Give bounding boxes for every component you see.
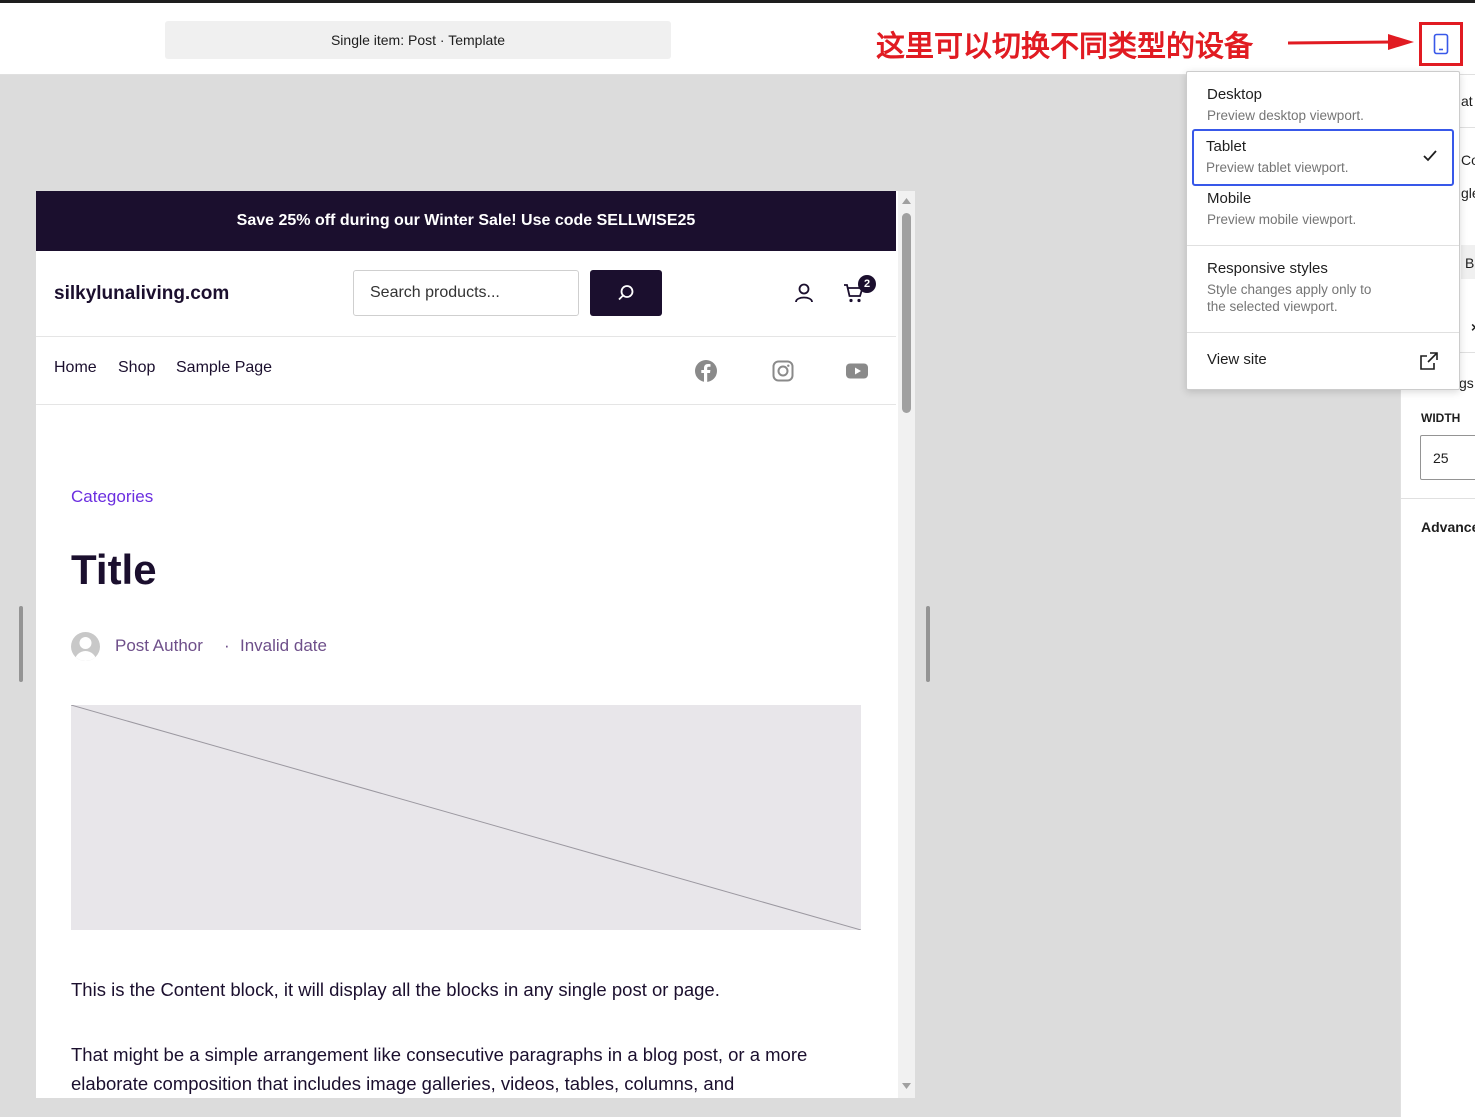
sidebar-fragment: gle xyxy=(1461,185,1475,201)
post-date: Invalid date xyxy=(240,636,327,655)
menu-item-label: Mobile xyxy=(1207,190,1252,207)
content-paragraph[interactable]: This is the Content block, it will displ… xyxy=(71,975,871,1004)
responsive-styles-description: Style changes apply only to the selected… xyxy=(1207,282,1372,314)
account-icon[interactable] xyxy=(792,281,816,305)
search-input[interactable]: Search products... xyxy=(353,270,579,316)
sidebar-fragment: at xyxy=(1461,93,1473,109)
menu-item-label: Tablet xyxy=(1206,138,1247,155)
youtube-icon[interactable] xyxy=(845,359,869,383)
sidebar-tab[interactable]: Bl xyxy=(1461,245,1475,279)
nav-item-shop[interactable]: Shop xyxy=(118,359,155,377)
check-icon xyxy=(1423,150,1437,162)
sidebar-fragment: Bl xyxy=(1465,255,1475,271)
scroll-up-icon[interactable] xyxy=(901,197,912,205)
site-header: silkylunaliving.com Search products... 2 xyxy=(36,251,896,337)
nav-item-home[interactable]: Home xyxy=(54,359,97,377)
search-icon xyxy=(618,285,634,301)
device-preview-button[interactable] xyxy=(1419,22,1463,66)
post-author[interactable]: Post Author xyxy=(115,636,203,656)
editor-canvas: Save 25% off during our Winter Sale! Use… xyxy=(36,191,915,1098)
post-title[interactable]: Title xyxy=(71,546,157,594)
sidebar-divider xyxy=(1401,498,1475,499)
menu-item-mobile[interactable]: Mobile Preview mobile viewport. xyxy=(1195,190,1453,228)
menu-item-desktop[interactable]: Desktop Preview desktop viewport. xyxy=(1195,86,1453,124)
tablet-icon xyxy=(1433,33,1449,55)
site-navigation: Home Shop Sample Page xyxy=(36,337,896,405)
facebook-icon[interactable] xyxy=(694,359,718,383)
annotation-text: 这里可以切换不同类型的设备 xyxy=(876,29,1254,63)
avatar xyxy=(71,632,100,661)
close-icon[interactable]: × xyxy=(1471,319,1475,335)
document-title-button[interactable]: Single item: Post · Template xyxy=(165,21,671,59)
menu-divider xyxy=(1187,245,1459,246)
sidebar-fragment: gs xyxy=(1459,375,1474,391)
menu-item-description: Preview desktop viewport. xyxy=(1207,108,1364,123)
canvas-scrollbar[interactable] xyxy=(898,191,915,1098)
search-placeholder: Search products... xyxy=(370,284,500,301)
external-link-icon xyxy=(1420,352,1438,370)
nav-item-sample-page[interactable]: Sample Page xyxy=(176,359,272,377)
scroll-thumb[interactable] xyxy=(902,213,911,413)
device-preview-menu: Desktop Preview desktop viewport. Tablet… xyxy=(1186,71,1460,390)
menu-item-description: Preview mobile viewport. xyxy=(1207,212,1357,227)
width-value: 25 xyxy=(1433,449,1449,466)
responsive-styles-info: Responsive styles Style changes apply on… xyxy=(1195,260,1395,315)
menu-item-tablet[interactable]: Tablet Preview tablet viewport. xyxy=(1192,129,1454,186)
resize-handle-left[interactable] xyxy=(19,606,23,682)
width-input[interactable]: 25 xyxy=(1420,435,1475,480)
search-button[interactable] xyxy=(590,270,662,316)
menu-item-description: Preview tablet viewport. xyxy=(1206,160,1349,175)
post-categories[interactable]: Categories xyxy=(71,487,153,507)
responsive-styles-label: Responsive styles xyxy=(1207,260,1328,277)
document-title: Single item: Post · Template xyxy=(330,32,506,48)
editor-top-bar: Single item: Post · Template 这里可以切换不同类型的… xyxy=(0,0,1475,75)
scroll-down-icon[interactable] xyxy=(901,1082,912,1090)
cart-count-badge: 2 xyxy=(858,275,876,293)
promo-banner: Save 25% off during our Winter Sale! Use… xyxy=(36,191,896,251)
menu-divider xyxy=(1187,332,1459,333)
promo-text: Save 25% off during our Winter Sale! Use… xyxy=(236,212,696,229)
menu-item-label: Desktop xyxy=(1207,86,1263,103)
annotation-arrow xyxy=(1288,34,1414,50)
view-site-link[interactable]: View site xyxy=(1195,351,1453,370)
advanced-panel-toggle[interactable]: Advanced xyxy=(1421,519,1475,535)
view-site-label: View site xyxy=(1207,351,1267,368)
sidebar-fragment: Co xyxy=(1461,152,1475,168)
featured-image-placeholder[interactable] xyxy=(70,704,862,931)
content-paragraph[interactable]: That might be a simple arrangement like … xyxy=(71,1040,871,1098)
instagram-icon[interactable] xyxy=(771,359,795,383)
meta-separator: · xyxy=(224,636,230,655)
resize-handle-right[interactable] xyxy=(926,606,930,682)
site-title[interactable]: silkylunaliving.com xyxy=(54,283,229,305)
width-label: WIDTH xyxy=(1421,411,1461,425)
